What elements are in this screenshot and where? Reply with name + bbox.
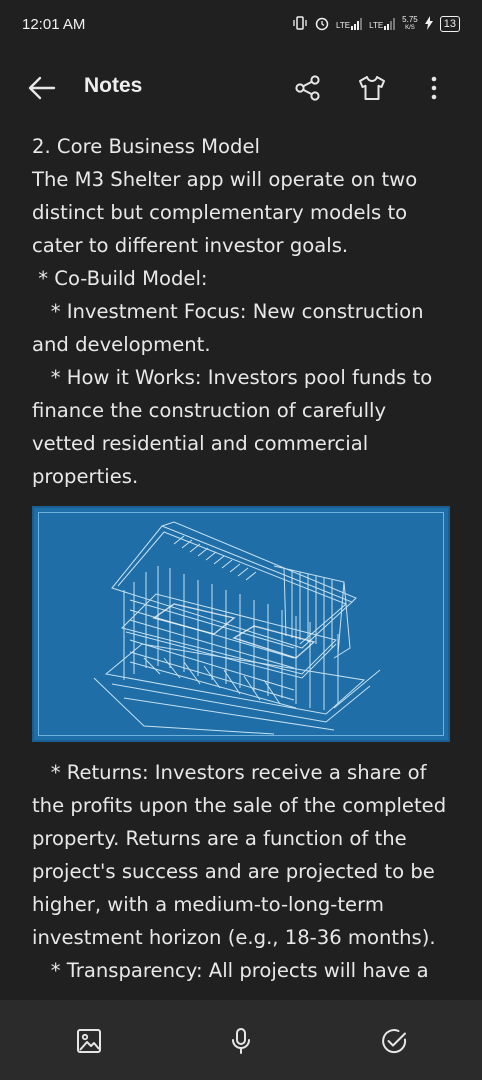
signal-icon bbox=[384, 18, 396, 30]
more-vertical-icon bbox=[431, 76, 437, 100]
note-line: * Investment Focus: New construction and… bbox=[32, 300, 430, 356]
alarm-icon bbox=[314, 15, 330, 34]
tshirt-icon bbox=[359, 76, 385, 100]
note-line: * Transparency: All projects will have a bbox=[32, 959, 429, 982]
arrow-left-icon bbox=[28, 76, 56, 100]
share-icon bbox=[295, 75, 320, 101]
blueprint-image[interactable] bbox=[32, 506, 450, 742]
vibrate-icon bbox=[292, 15, 308, 33]
microphone-icon bbox=[232, 1028, 250, 1054]
signal-icon bbox=[351, 18, 363, 30]
charging-icon bbox=[424, 15, 434, 33]
network-1: LTE bbox=[336, 18, 363, 30]
voice-input-button[interactable] bbox=[226, 1026, 256, 1056]
note-line: 2. Core Business Model bbox=[32, 135, 260, 158]
bottom-toolbar bbox=[0, 1000, 482, 1080]
data-speed-value: 5.75 bbox=[402, 15, 418, 24]
building-wireframe-drawing bbox=[93, 521, 381, 735]
checklist-icon bbox=[382, 1029, 407, 1054]
status-time: 12:01 AM bbox=[22, 15, 86, 33]
note-line: * Co-Build Model: bbox=[32, 267, 208, 290]
battery-indicator: 13 bbox=[439, 16, 460, 32]
checklist-button[interactable] bbox=[379, 1026, 409, 1056]
page-title: Notes bbox=[84, 74, 143, 97]
back-button[interactable] bbox=[26, 74, 58, 102]
note-line: The M3 Shelter app will operate on two d… bbox=[32, 168, 424, 257]
status-icons: LTE LTE 5.75 K/S 13 bbox=[292, 15, 460, 34]
note-body[interactable]: 2. Core Business Model The M3 Shelter ap… bbox=[32, 130, 452, 987]
more-options-button[interactable] bbox=[424, 73, 444, 103]
image-icon bbox=[77, 1029, 101, 1053]
data-speed: 5.75 K/S bbox=[402, 16, 418, 32]
insert-image-button[interactable] bbox=[74, 1026, 104, 1056]
note-line: * How it Works: Investors pool funds to … bbox=[32, 366, 439, 488]
network-1-label: LTE bbox=[336, 21, 351, 30]
network-2: LTE bbox=[369, 18, 396, 30]
theme-button[interactable] bbox=[357, 73, 387, 103]
network-2-label: LTE bbox=[369, 21, 384, 30]
share-button[interactable] bbox=[293, 73, 323, 103]
data-speed-unit: K/S bbox=[405, 25, 415, 31]
status-bar: 12:01 AM LTE LTE 5.75 K/S 13 bbox=[0, 0, 482, 48]
note-line: * Returns: Investors receive a share of … bbox=[32, 761, 453, 949]
app-bar: Notes bbox=[0, 60, 482, 116]
